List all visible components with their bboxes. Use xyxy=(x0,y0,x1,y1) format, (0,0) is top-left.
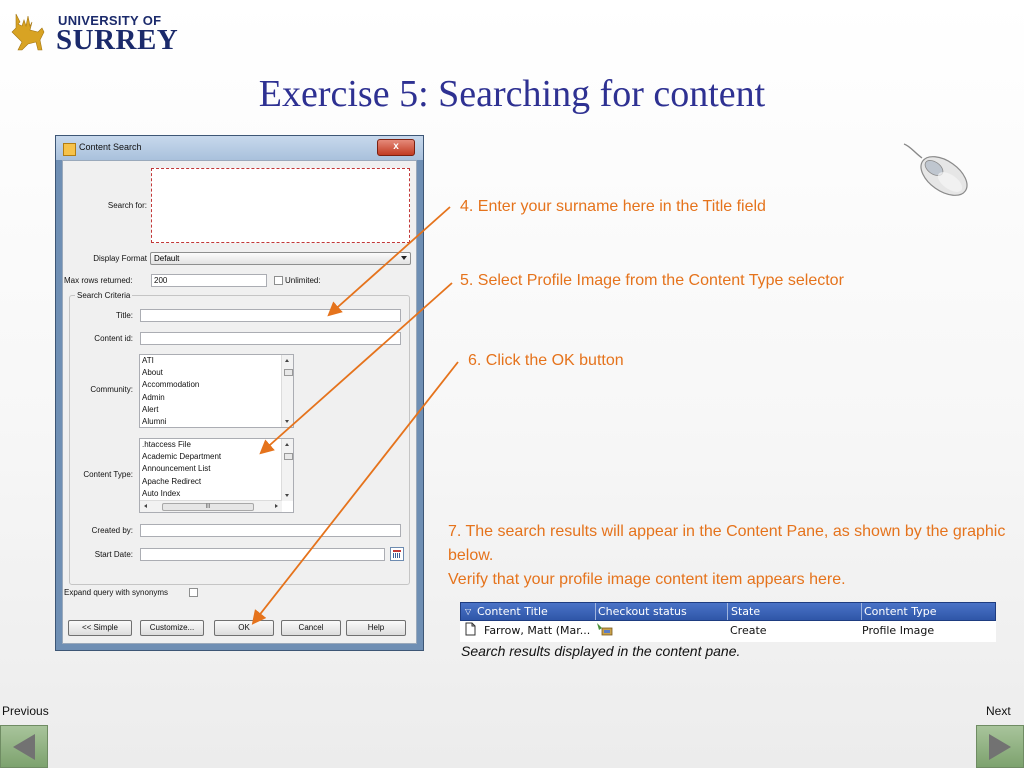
list-item[interactable]: Announcement List xyxy=(140,463,293,475)
created-by-label: Created by: xyxy=(91,526,133,535)
close-button[interactable]: x xyxy=(377,139,415,156)
scroll-down-icon xyxy=(285,420,289,423)
list-item[interactable]: Academic Department xyxy=(140,451,293,463)
column-header-state[interactable]: State xyxy=(731,605,760,618)
search-for-label: Search for: xyxy=(107,201,147,210)
previous-label: Previous xyxy=(2,704,49,718)
content-type-list[interactable]: .htaccess File Academic Department Annou… xyxy=(139,438,294,513)
created-by-input[interactable] xyxy=(140,524,401,537)
column-separator[interactable] xyxy=(861,603,862,620)
next-label: Next xyxy=(986,704,1011,718)
community-scrollbar[interactable] xyxy=(281,355,293,427)
list-item[interactable]: Admin xyxy=(140,392,293,404)
instruction-step7-verify: Verify that your profile image content i… xyxy=(448,571,846,588)
instruction-step5: 5. Select Profile Image from the Content… xyxy=(460,272,844,289)
column-separator[interactable] xyxy=(727,603,728,620)
sort-triangle-icon[interactable]: ▽ xyxy=(465,607,471,616)
start-date-label: Start Date: xyxy=(94,550,133,559)
customize-button[interactable]: Customize... xyxy=(140,620,204,636)
content-id-label: Content id: xyxy=(94,334,133,343)
display-format-label: Display Format xyxy=(93,254,147,263)
title-label: Title: xyxy=(115,311,133,320)
expand-synonyms-label: Expand query with synonyms xyxy=(64,588,169,597)
cancel-button[interactable]: Cancel xyxy=(281,620,341,636)
content-type-label: Content Type: xyxy=(83,470,133,479)
search-for-input[interactable] xyxy=(151,168,410,243)
start-date-input[interactable] xyxy=(140,548,385,561)
display-format-value: Default xyxy=(154,254,180,263)
column-header-content-title[interactable]: Content Title xyxy=(477,605,548,618)
list-item[interactable]: Alumni xyxy=(140,416,293,427)
community-label: Community: xyxy=(90,385,133,394)
list-item[interactable]: ATI xyxy=(140,355,293,367)
column-header-content-type[interactable]: Content Type xyxy=(864,605,937,618)
help-button[interactable]: Help xyxy=(346,620,406,636)
title-input[interactable] xyxy=(140,309,401,322)
next-button[interactable] xyxy=(976,725,1024,768)
dialog-title: Content Search xyxy=(79,142,142,152)
instruction-step4: 4. Enter your surname here in the Title … xyxy=(460,198,766,215)
result-title: Farrow, Matt (Mar... xyxy=(484,624,591,637)
column-separator[interactable] xyxy=(595,603,596,620)
list-item[interactable]: .htaccess File xyxy=(140,439,293,451)
scroll-thumb[interactable] xyxy=(284,453,293,460)
list-item[interactable]: Accommodation xyxy=(140,379,293,391)
scroll-thumb[interactable] xyxy=(284,369,293,376)
content-type-hscrollbar[interactable]: III xyxy=(140,500,282,512)
chevron-down-icon xyxy=(401,256,407,260)
java-icon xyxy=(63,143,76,156)
content-search-dialog: Content Search x Search for: Display For… xyxy=(55,135,424,651)
dialog-titlebar[interactable]: Content Search x xyxy=(56,136,423,160)
calendar-icon[interactable] xyxy=(390,547,404,561)
logo-line2: SURREY xyxy=(56,24,179,56)
scroll-thumb[interactable]: III xyxy=(162,503,254,511)
unlimited-label: Unlimited: xyxy=(285,276,321,285)
result-content-type: Profile Image xyxy=(862,624,935,637)
unlimited-checkbox[interactable] xyxy=(274,276,283,285)
max-rows-label: Max rows returned: xyxy=(64,276,133,285)
arrow-left-icon xyxy=(13,734,35,760)
scroll-right-icon xyxy=(275,504,278,508)
content-id-input[interactable] xyxy=(140,332,401,345)
scroll-up-icon xyxy=(285,443,289,446)
result-state: Create xyxy=(730,624,767,637)
list-item[interactable]: Apache Redirect xyxy=(140,476,293,488)
list-item[interactable]: Alert xyxy=(140,404,293,416)
community-list[interactable]: ATI About Accommodation Admin Alert Alum… xyxy=(139,354,294,428)
results-caption: Search results displayed in the content … xyxy=(461,643,741,659)
previous-button[interactable] xyxy=(0,725,48,768)
expand-synonyms-checkbox[interactable] xyxy=(189,588,198,597)
instruction-step7: 7. The search results will appear in the… xyxy=(448,523,1006,564)
checkout-icon xyxy=(597,623,613,636)
results-pane: ▽ Content Title Checkout status State Co… xyxy=(460,602,996,642)
results-header: ▽ Content Title Checkout status State Co… xyxy=(460,602,996,621)
scroll-left-icon xyxy=(144,504,147,508)
slide-title: Exercise 5: Searching for content xyxy=(258,73,766,115)
content-type-vscrollbar[interactable] xyxy=(281,439,293,501)
scroll-down-icon xyxy=(285,494,289,497)
ok-button[interactable]: OK xyxy=(214,620,274,636)
mouse-icon xyxy=(903,143,968,196)
arrow-right-icon xyxy=(989,734,1011,760)
instruction-step6: 6. Click the OK button xyxy=(468,352,624,369)
dialog-body: Search for: Display Format Default Max r… xyxy=(62,160,417,644)
list-item[interactable]: About xyxy=(140,367,293,379)
search-criteria-legend: Search Criteria xyxy=(75,291,133,300)
university-logo: UNIVERSITY OF SURREY xyxy=(8,8,178,56)
scroll-up-icon xyxy=(285,359,289,362)
document-icon xyxy=(465,622,476,636)
list-item[interactable]: Auto Index xyxy=(140,488,293,500)
display-format-select[interactable]: Default xyxy=(150,252,411,265)
column-header-checkout-status[interactable]: Checkout status xyxy=(598,605,687,618)
stag-icon xyxy=(11,13,45,51)
max-rows-input[interactable]: 200 xyxy=(151,274,267,287)
simple-button[interactable]: << Simple xyxy=(68,620,132,636)
